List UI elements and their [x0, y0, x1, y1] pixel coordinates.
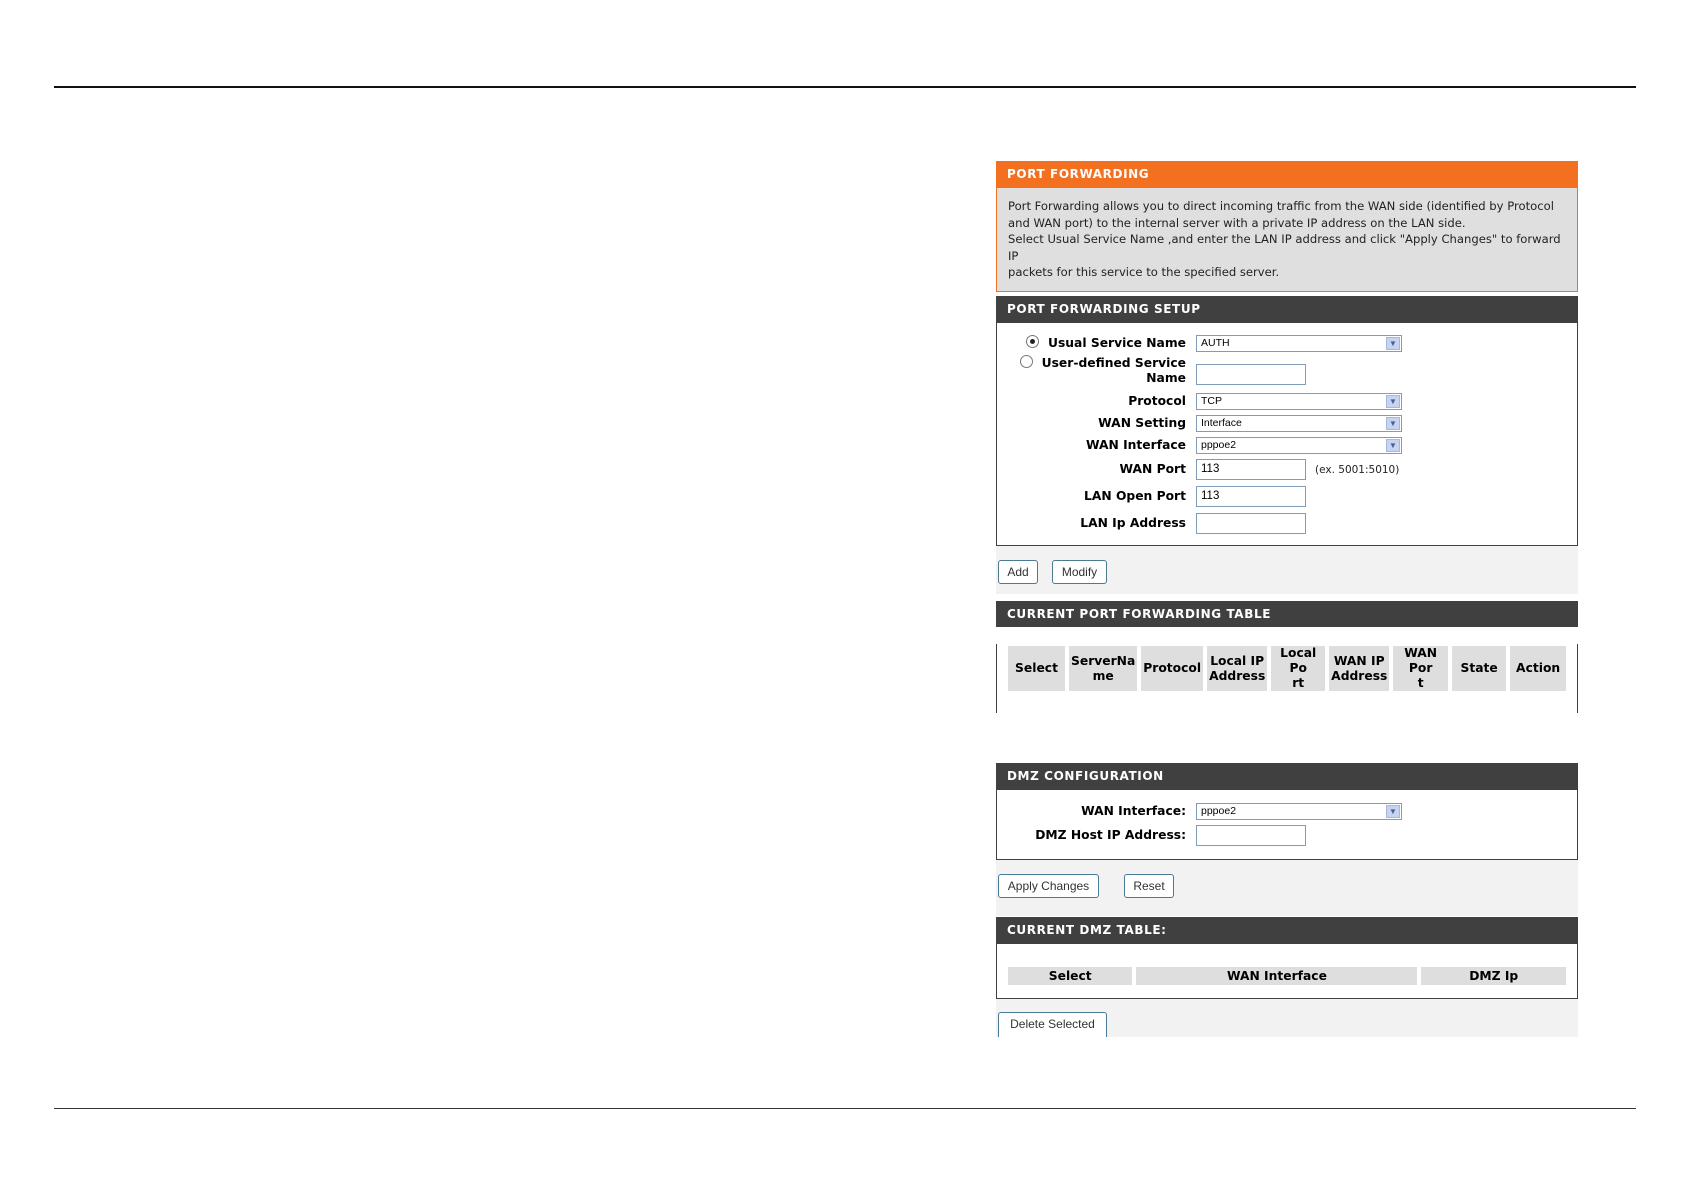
current-port-forwarding-table: Select ServerNa me Protocol Local IP Addre…: [1004, 644, 1570, 693]
column-header: ServerNa me: [1069, 646, 1138, 691]
dmz-host-ip-label: DMZ Host IP Address:: [1035, 828, 1186, 842]
usual-service-select[interactable]: AUTH ▼: [1196, 334, 1402, 352]
description-line: Select Usual Service Name ,and enter the…: [1008, 232, 1561, 263]
wan-setting-select[interactable]: Interface ▼: [1196, 414, 1402, 432]
table-header-row: Select ServerNa me Protocol Local IP Addre…: [1008, 646, 1566, 691]
user-defined-label-cell: User-defined Service Name: [997, 354, 1196, 386]
top-divider: [54, 86, 1636, 88]
dmz-form-box: WAN Interface: pppoe2 ▼ DMZ Host IP Addr…: [996, 789, 1578, 860]
description-line: and WAN port) to the internal server wit…: [1008, 215, 1466, 230]
lan-open-port-row: LAN Open Port 113: [997, 483, 1577, 510]
column-header: Local IP Address: [1207, 646, 1268, 691]
wan-port-row: WAN Port 113 (ex. 5001:5010): [997, 456, 1577, 483]
dmz-wan-interface-value: pppoe2: [1201, 804, 1237, 817]
user-defined-service-input[interactable]: [1196, 363, 1306, 385]
wan-port-input[interactable]: 113: [1196, 459, 1306, 480]
lan-open-port-input[interactable]: 113: [1196, 486, 1306, 507]
chevron-down-icon[interactable]: ▼: [1386, 394, 1400, 408]
wan-interface-row: WAN Interface pppoe2 ▼: [997, 434, 1577, 456]
reset-button[interactable]: Reset: [1124, 874, 1174, 898]
column-header: Select: [1008, 646, 1065, 691]
usual-service-label: Usual Service Name: [1048, 335, 1186, 350]
protocol-select[interactable]: TCP ▼: [1196, 392, 1402, 410]
usual-service-value: AUTH: [1201, 336, 1230, 349]
protocol-value: TCP: [1201, 394, 1222, 407]
dmz-wan-interface-label: WAN Interface:: [1081, 803, 1186, 818]
port-forwarding-panel: PORT FORWARDING Port Forwarding allows y…: [996, 161, 1578, 292]
column-header: Local Po rt: [1271, 646, 1326, 691]
usual-service-label-cell: Usual Service Name: [997, 334, 1196, 351]
apply-changes-button[interactable]: Apply Changes: [998, 874, 1099, 898]
wan-interface-label: WAN Interface: [1086, 437, 1186, 452]
current-port-forwarding-panel: CURRENT PORT FORWARDING TABLE Select Ser…: [996, 601, 1578, 713]
chevron-down-icon[interactable]: ▼: [1386, 804, 1400, 818]
user-defined-label-line2: Name: [1146, 371, 1186, 385]
dmz-table-title: CURRENT DMZ TABLE:: [996, 917, 1578, 943]
protocol-row: Protocol TCP ▼: [997, 390, 1577, 412]
protocol-label: Protocol: [1128, 393, 1186, 408]
table-header-row: Select WAN Interface DMZ Ip: [1008, 967, 1566, 985]
user-defined-label: User-defined Service: [1041, 356, 1186, 370]
port-forwarding-title: PORT FORWARDING: [996, 161, 1578, 187]
chevron-down-icon[interactable]: ▼: [1386, 438, 1400, 452]
dmz-title: DMZ CONFIGURATION: [996, 763, 1578, 789]
port-forwarding-setup-panel: PORT FORWARDING SETUP Usual Service Name…: [996, 296, 1578, 594]
column-header: Protocol: [1141, 646, 1204, 691]
wan-port-label: WAN Port: [1119, 462, 1186, 476]
setup-button-bar: Add Modify: [996, 546, 1578, 594]
current-dmz-table: Select WAN Interface DMZ Ip: [1004, 965, 1570, 987]
current-table-box: Select ServerNa me Protocol Local IP Addre…: [996, 644, 1578, 713]
dmz-configuration-panel: DMZ CONFIGURATION WAN Interface: pppoe2 …: [996, 763, 1578, 916]
description-line: packets for this service to the specifie…: [1008, 265, 1280, 279]
modify-button[interactable]: Modify: [1052, 560, 1107, 584]
add-button[interactable]: Add: [998, 560, 1038, 584]
column-header: WAN Interface: [1136, 967, 1418, 985]
setup-form: Usual Service Name AUTH ▼ User-defined S…: [997, 323, 1577, 545]
setup-form-box: Usual Service Name AUTH ▼ User-defined S…: [996, 322, 1578, 546]
setup-title: PORT FORWARDING SETUP: [996, 296, 1578, 322]
wan-setting-row: WAN Setting Interface ▼: [997, 412, 1577, 434]
wan-interface-value: pppoe2: [1201, 438, 1237, 451]
usual-service-radio[interactable]: [1026, 334, 1039, 348]
current-table-title: CURRENT PORT FORWARDING TABLE: [996, 601, 1578, 627]
user-defined-service-row: User-defined Service Name: [997, 354, 1577, 390]
wan-setting-value: Interface: [1201, 416, 1242, 429]
delete-selected-button[interactable]: Delete Selected: [998, 1012, 1107, 1037]
dmz-wan-interface-select[interactable]: pppoe2 ▼: [1196, 802, 1402, 820]
column-header: DMZ Ip: [1421, 967, 1566, 985]
wan-interface-select[interactable]: pppoe2 ▼: [1196, 436, 1402, 454]
column-header: Select: [1008, 967, 1133, 985]
dmz-form: WAN Interface: pppoe2 ▼ DMZ Host IP Addr…: [997, 790, 1577, 859]
wan-port-hint: (ex. 5001:5010): [1315, 463, 1400, 476]
bottom-divider: [54, 1108, 1636, 1109]
lan-ip-label: LAN Ip Address: [1080, 516, 1186, 530]
usual-service-row: Usual Service Name AUTH ▼: [997, 332, 1577, 354]
dmz-table-box: Select WAN Interface DMZ Ip: [996, 943, 1578, 999]
dmz-table-button-bar: Delete Selected: [996, 999, 1578, 1037]
current-dmz-table-panel: CURRENT DMZ TABLE: Select WAN Interface …: [996, 917, 1578, 1037]
dmz-host-ip-row: DMZ Host IP Address:: [997, 822, 1577, 849]
lan-ip-row: LAN Ip Address: [997, 510, 1577, 537]
dmz-host-ip-input[interactable]: [1196, 825, 1306, 846]
chevron-down-icon[interactable]: ▼: [1386, 336, 1400, 350]
chevron-down-icon[interactable]: ▼: [1386, 416, 1400, 430]
lan-ip-input[interactable]: [1196, 513, 1306, 534]
column-header: WAN Por t: [1393, 646, 1449, 691]
description-line: Port Forwarding allows you to direct inc…: [1008, 199, 1554, 213]
lan-open-port-label: LAN Open Port: [1084, 489, 1186, 503]
wan-setting-label: WAN Setting: [1098, 415, 1186, 430]
dmz-wan-interface-row: WAN Interface: pppoe2 ▼: [997, 800, 1577, 822]
port-forwarding-description: Port Forwarding allows you to direct inc…: [997, 188, 1577, 291]
dmz-button-bar: Apply Changes Reset: [996, 860, 1578, 916]
column-header: WAN IP Address: [1329, 646, 1390, 691]
user-defined-service-radio[interactable]: [1019, 355, 1033, 368]
port-forwarding-description-box: Port Forwarding allows you to direct inc…: [996, 187, 1578, 292]
column-header: State: [1452, 646, 1507, 691]
column-header: Action: [1510, 646, 1566, 691]
